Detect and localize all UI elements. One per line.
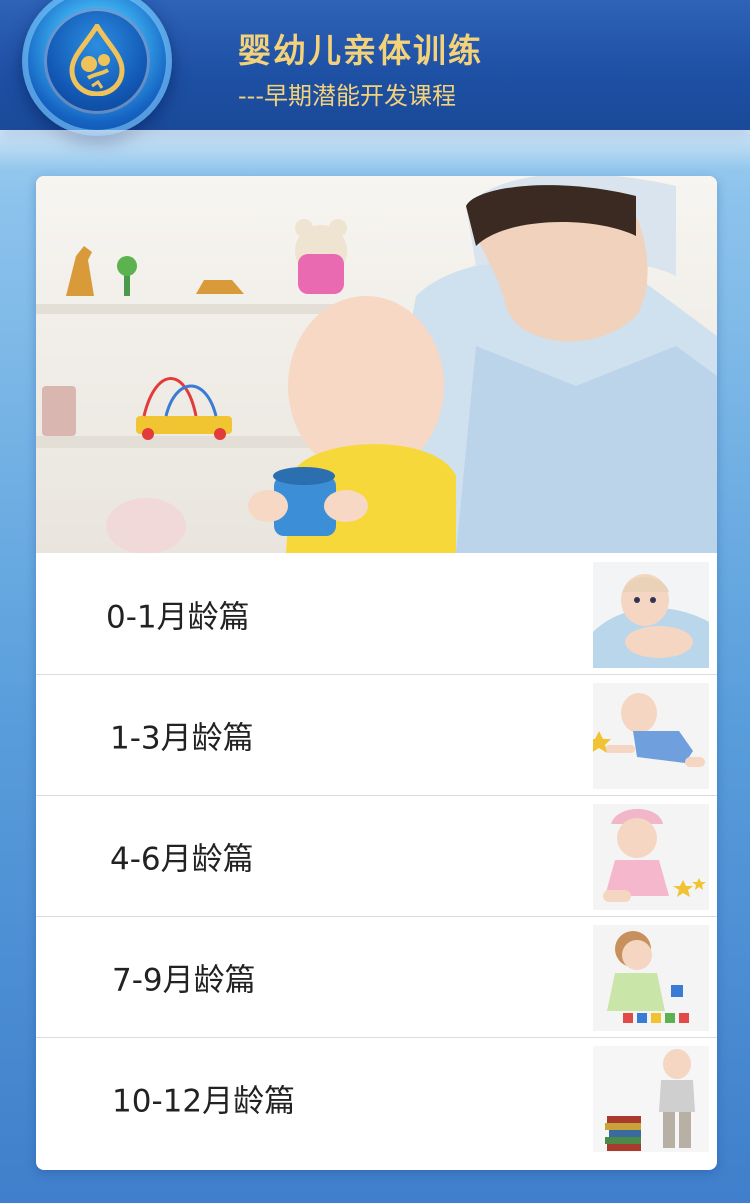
course-label: 4-6月龄篇 xyxy=(110,841,254,878)
logo-badge xyxy=(22,0,172,136)
baby-girl-sitting-icon xyxy=(593,804,709,910)
course-row-4-6[interactable]: 4-6月龄篇 xyxy=(36,796,717,917)
baby-crawling-icon xyxy=(593,683,709,789)
course-row-0-1[interactable]: 0-1月龄篇 xyxy=(36,554,717,675)
course-label: 1-3月龄篇 xyxy=(110,720,254,757)
course-label: 7-9月龄篇 xyxy=(112,962,256,999)
header-bar: 婴幼儿亲体训练 ---早期潜能开发课程 xyxy=(0,0,750,136)
baby-with-blocks-icon xyxy=(593,925,709,1031)
toddler-standing-with-books-icon xyxy=(593,1046,709,1152)
page-title: 婴幼儿亲体训练 xyxy=(238,31,483,70)
course-row-7-9[interactable]: 7-9月龄篇 xyxy=(36,917,717,1038)
course-label: 10-12月龄篇 xyxy=(112,1083,296,1120)
course-card: 0-1月龄篇 1-3月龄篇 4-6月龄篇 7-9月龄篇 10-12月龄篇 xyxy=(36,176,717,1170)
nurse-with-baby-photo-icon xyxy=(36,176,717,553)
course-list: 0-1月龄篇 1-3月龄篇 4-6月龄篇 7-9月龄篇 10-12月龄篇 xyxy=(36,554,717,1158)
baby-lying-on-blanket-icon xyxy=(593,562,709,668)
page-subtitle: ---早期潜能开发课程 xyxy=(238,82,456,110)
drop-logo-icon xyxy=(69,24,125,96)
course-row-10-12[interactable]: 10-12月龄篇 xyxy=(36,1038,717,1158)
course-label: 0-1月龄篇 xyxy=(106,599,250,636)
hero-image xyxy=(36,176,717,553)
course-row-1-3[interactable]: 1-3月龄篇 xyxy=(36,675,717,796)
